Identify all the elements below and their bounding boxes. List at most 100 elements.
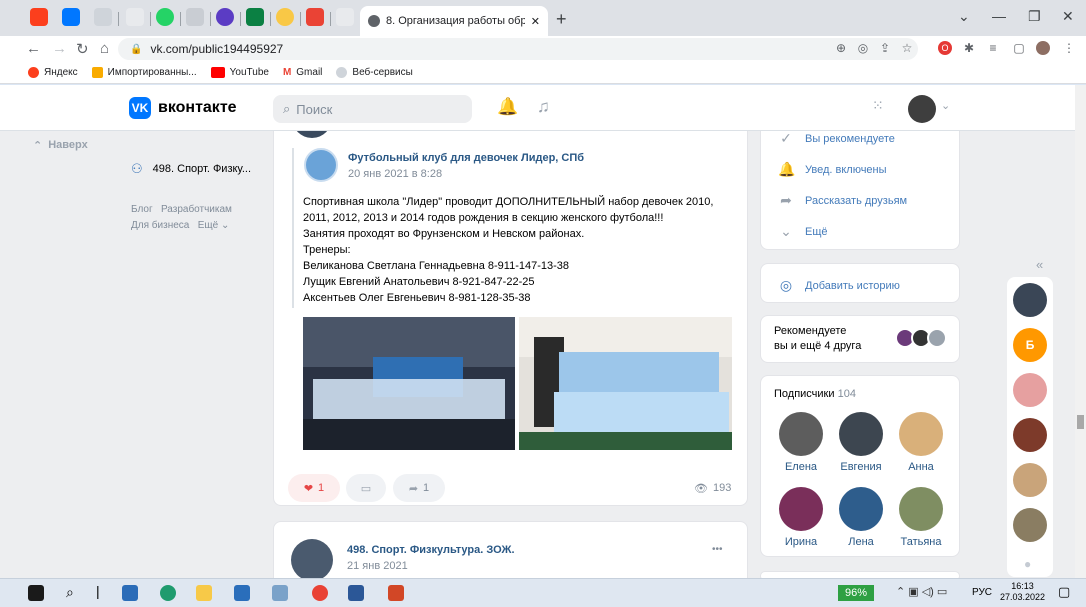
- recommend-line2[interactable]: вы и ещё 4 друга: [774, 339, 861, 354]
- menu-notifications[interactable]: 🔔 Увед. включены: [778, 161, 887, 178]
- share-icon[interactable]: ⇪: [878, 41, 892, 55]
- back-icon[interactable]: ←: [26, 40, 41, 57]
- extension-red-icon[interactable]: O: [938, 41, 952, 55]
- collapse-chevron-icon[interactable]: «: [1036, 257, 1043, 272]
- language-indicator[interactable]: РУС: [972, 587, 992, 598]
- post-photo-team-banner[interactable]: [303, 317, 515, 450]
- story-avatar[interactable]: [1013, 373, 1047, 407]
- new-tab-button[interactable]: +: [556, 9, 567, 30]
- story-avatar[interactable]: [1013, 283, 1047, 317]
- close-tab-icon[interactable]: ✕: [531, 15, 540, 28]
- chrome-icon[interactable]: [312, 585, 328, 601]
- close-window-button[interactable]: ✕: [1062, 8, 1074, 25]
- home-icon[interactable]: ⌂: [100, 40, 109, 57]
- purple-tab-icon[interactable]: [216, 8, 234, 26]
- club-avatar[interactable]: [304, 148, 338, 182]
- pc-icon[interactable]: [272, 585, 288, 601]
- tab-search-icon[interactable]: ⌄: [958, 8, 970, 25]
- story-avatar[interactable]: [1013, 418, 1047, 452]
- scrollbar-thumb[interactable]: [1077, 415, 1084, 429]
- restore-button[interactable]: ❐: [1028, 8, 1041, 25]
- menu-recommend[interactable]: ✓ Вы рекомендуете: [778, 130, 895, 147]
- bookmark-yandex[interactable]: Яндекс: [28, 67, 78, 78]
- scrollbar[interactable]: [1075, 85, 1086, 578]
- notifications-bell-icon[interactable]: 🔔: [497, 97, 518, 117]
- add-story-card[interactable]: ◎ Добавить историю: [760, 263, 960, 303]
- zoom-icon[interactable]: ⊕: [834, 41, 848, 55]
- post-date[interactable]: 20 янв 2021 в 8:28: [348, 168, 442, 180]
- side-panel-icon[interactable]: ▢: [1012, 41, 1026, 55]
- bookmark-star-icon[interactable]: ☆: [900, 41, 914, 55]
- story-avatar-letter[interactable]: Б: [1013, 328, 1047, 362]
- music-note-icon[interactable]: ♫: [537, 97, 550, 117]
- reload-icon[interactable]: ↻: [76, 40, 89, 58]
- forward-icon[interactable]: →: [52, 40, 67, 57]
- notification-center-icon[interactable]: ▢: [1058, 584, 1070, 600]
- minimize-button[interactable]: —: [992, 8, 1006, 24]
- yandex-tab-icon[interactable]: [30, 8, 48, 26]
- footer-blog-link[interactable]: Блог: [131, 204, 153, 215]
- blank-tab-icon[interactable]: [336, 8, 354, 26]
- apps-grid-icon[interactable]: ⁙: [872, 97, 884, 114]
- back-to-top-button[interactable]: ⌃ Наверх: [33, 139, 88, 152]
- gmail-tab-icon[interactable]: [306, 8, 324, 26]
- hide-icon[interactable]: ◎: [856, 41, 870, 55]
- story-avatar[interactable]: [1013, 463, 1047, 497]
- post-photo-team-hall[interactable]: [519, 317, 732, 450]
- like-button[interactable]: ❤ 1: [288, 474, 340, 502]
- group-avatar[interactable]: [291, 539, 333, 578]
- bookmark-gmail[interactable]: M Gmail: [283, 67, 322, 78]
- chevron-down-icon[interactable]: ⌄: [941, 99, 950, 112]
- subscriber-item[interactable]: Татьяна: [891, 487, 951, 548]
- subscriber-item[interactable]: Анна: [891, 412, 951, 473]
- m-tab-icon[interactable]: [246, 8, 264, 26]
- subscriber-item[interactable]: Ирина: [771, 487, 831, 548]
- lock-icon[interactable]: 🔒: [130, 44, 142, 55]
- start-windows-icon[interactable]: [28, 585, 44, 601]
- powerpoint-icon[interactable]: [388, 585, 404, 601]
- profile-avatar[interactable]: [1036, 41, 1050, 55]
- story-avatar[interactable]: [1013, 508, 1047, 542]
- clock[interactable]: 16:13 27.03.2022: [1000, 581, 1045, 603]
- sound-tab-icon[interactable]: [94, 8, 112, 26]
- task-view-icon[interactable]: |: [96, 583, 100, 599]
- blank-tab-icon[interactable]: [126, 8, 144, 26]
- bookmark-youtube[interactable]: YouTube: [210, 67, 269, 78]
- post-author-link[interactable]: Футбольный клуб для девочек Лидер, СПб: [348, 152, 584, 164]
- subscribers-header[interactable]: Подписчики 104: [774, 388, 856, 400]
- url-input[interactable]: 🔒 vk.com/public194495927: [118, 38, 918, 60]
- comment-button[interactable]: ▭: [346, 474, 386, 502]
- share-button[interactable]: ➦ 1: [393, 474, 445, 502]
- subscriber-item[interactable]: Елена: [771, 412, 831, 473]
- add-story-button[interactable]: ◎ Добавить историю: [778, 277, 900, 294]
- friend-avatar[interactable]: [927, 328, 947, 348]
- bulb-tab-icon[interactable]: [276, 8, 294, 26]
- file-explorer-icon[interactable]: [196, 585, 212, 601]
- word-icon[interactable]: [348, 585, 364, 601]
- whatsapp-tab-icon[interactable]: [156, 8, 174, 26]
- subscriber-item[interactable]: Евгения: [831, 412, 891, 473]
- battery-indicator[interactable]: 96%: [838, 585, 874, 601]
- subscriber-item[interactable]: Лена: [831, 487, 891, 548]
- menu-more[interactable]: ⌄ Ещё: [778, 223, 827, 240]
- bookmark-imported[interactable]: Импортированны...: [91, 67, 197, 78]
- mail-icon[interactable]: [234, 585, 250, 601]
- extensions-puzzle-icon[interactable]: ✱: [962, 41, 976, 55]
- edge-icon[interactable]: [160, 585, 176, 601]
- chat-bubble-icon[interactable]: ●: [1024, 557, 1031, 571]
- footer-dev-link[interactable]: Разработчикам: [161, 204, 232, 215]
- bookmark-web-services[interactable]: Веб-сервисы: [336, 67, 413, 78]
- reading-list-icon[interactable]: ≡: [986, 41, 1000, 55]
- footer-more-link[interactable]: Ещё: [198, 220, 218, 231]
- post-more-button[interactable]: •••: [712, 544, 723, 555]
- search-icon[interactable]: ⌕: [66, 584, 74, 601]
- left-nav-group[interactable]: ⚇ 498. Спорт. Физку...: [131, 161, 251, 177]
- user-avatar[interactable]: [908, 95, 936, 123]
- post2-date[interactable]: 21 янв 2021: [347, 560, 408, 572]
- footer-business-link[interactable]: Для бизнеса: [131, 220, 189, 231]
- vk-search-input[interactable]: ⌕ Поиск: [273, 95, 472, 123]
- vk-tab-icon[interactable]: [62, 8, 80, 26]
- menu-dots-icon[interactable]: ⋮: [1062, 41, 1076, 55]
- vk-logo[interactable]: VK вконтакте: [129, 97, 237, 119]
- menu-tell-friends[interactable]: ➦ Рассказать друзьям: [778, 192, 907, 209]
